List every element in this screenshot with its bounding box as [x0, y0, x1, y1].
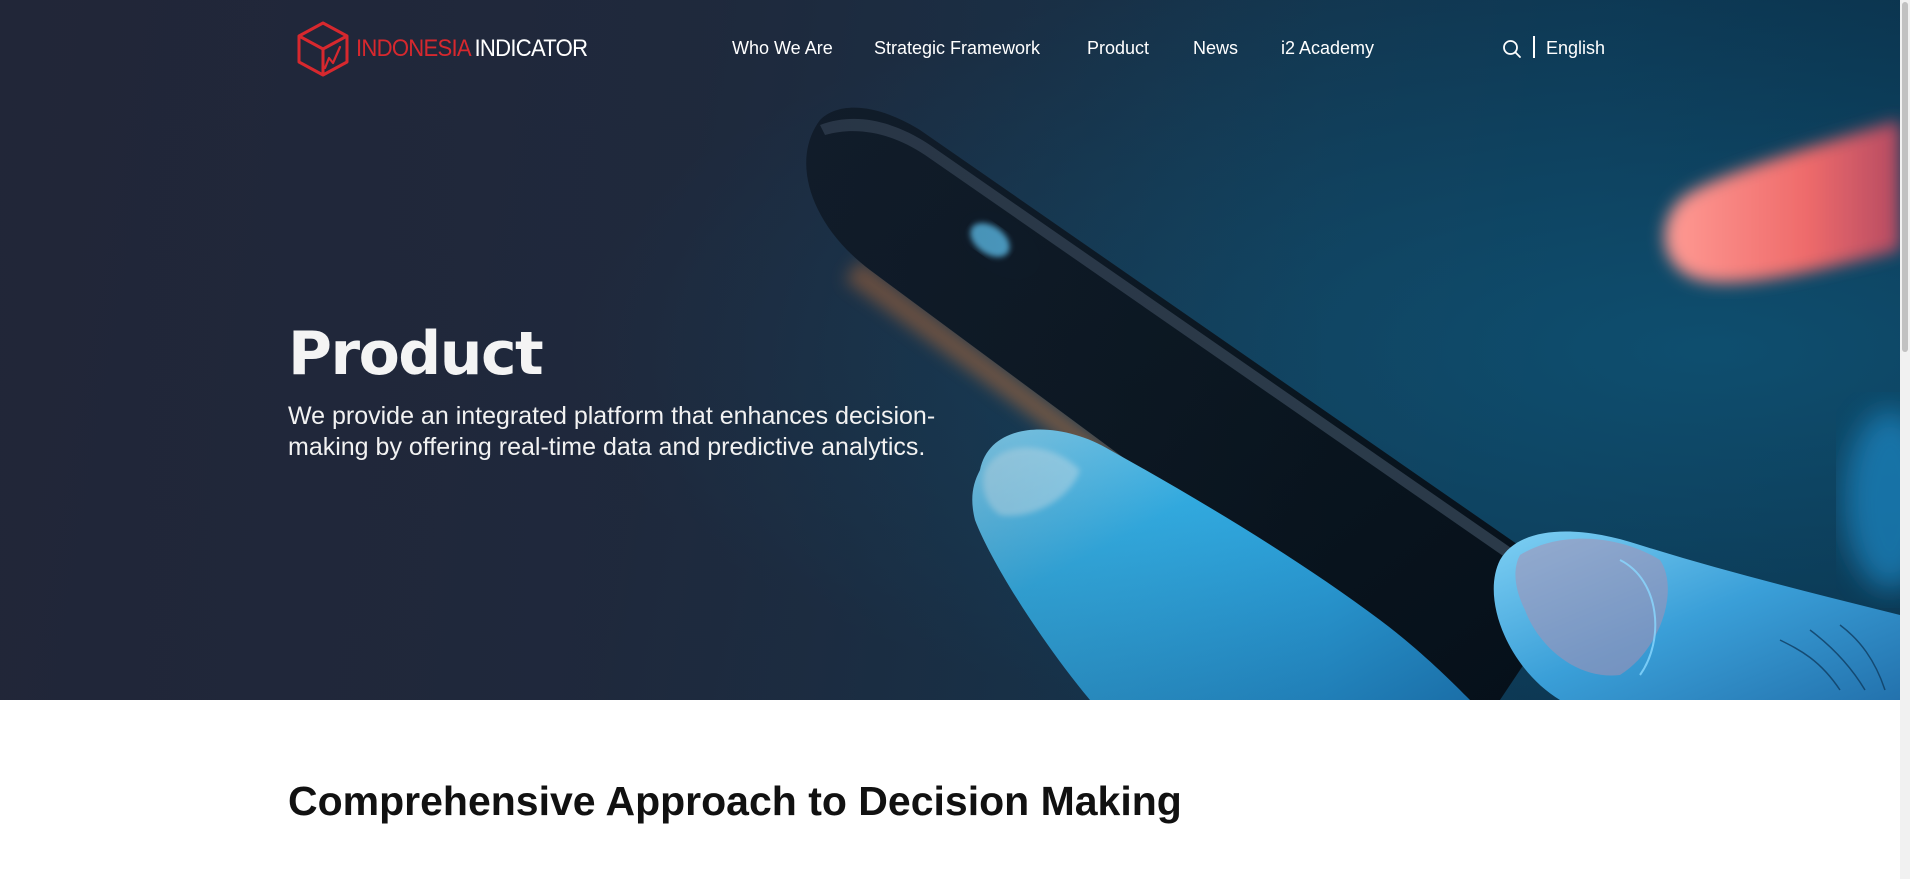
brand-logo[interactable]: INDONESIA INDICATOR — [296, 20, 607, 78]
cube-chart-logo-icon — [297, 21, 349, 77]
nav-item-strategic-framework[interactable]: Strategic Framework — [874, 36, 1040, 60]
brand-name-part2: INDICATOR — [474, 35, 589, 62]
hero-description: We provide an integrated platform that e… — [288, 402, 936, 461]
nav-item-i2-academy[interactable]: i2 Academy — [1281, 36, 1374, 60]
brand-name: INDONESIA INDICATOR — [356, 35, 589, 62]
language-divider — [1533, 36, 1535, 58]
hero-banner — [0, 0, 1900, 700]
nav-item-who-we-are[interactable]: Who We Are — [732, 36, 833, 60]
section-title: Comprehensive Approach to Decision Makin… — [288, 778, 1182, 824]
language-selector[interactable]: English — [1546, 36, 1605, 60]
page: INDONESIA INDICATOR Who We Are Strategic … — [0, 0, 1910, 879]
scrollbar-thumb[interactable] — [1902, 2, 1908, 352]
scrollbar[interactable] — [1900, 0, 1910, 879]
search-button[interactable] — [1501, 38, 1523, 60]
hero-title: Product — [288, 319, 544, 389]
brand-name-part1: INDONESIA — [356, 35, 472, 62]
hero-overlay — [0, 0, 1900, 700]
nav-item-news[interactable]: News — [1193, 36, 1238, 60]
site-header: INDONESIA INDICATOR Who We Are Strategic … — [0, 0, 1900, 96]
search-icon — [1503, 40, 1521, 58]
nav-item-product[interactable]: Product — [1087, 36, 1149, 60]
